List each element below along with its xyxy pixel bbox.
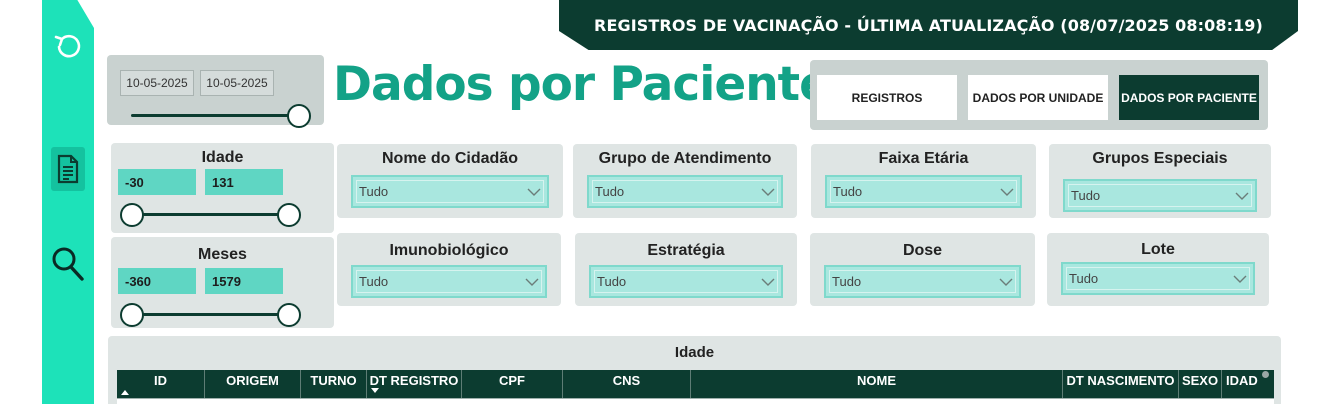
table-row[interactable] [117,398,1274,404]
dados-por-unidade-button[interactable]: DADOS POR UNIDADE [968,75,1108,120]
filter-label: Dose [902,242,943,259]
dropdown-value: Tudo [359,184,389,199]
column-label: CPF [499,373,525,388]
scrollbar-thumb[interactable] [1262,371,1269,378]
filter-grupo-atendimento: Grupo de Atendimento Tudo [573,144,797,218]
table-title: Idade [674,344,715,361]
idade-slider-min-handle[interactable] [120,203,144,227]
idade-slider-track[interactable] [131,213,289,216]
column-label: IDAD [1226,373,1258,388]
grupo-atendimento-dropdown[interactable]: Tudo [587,175,783,208]
idade-range-filter: Idade -30 131 [111,143,334,233]
filter-label: Nome do Cidadão [381,150,518,167]
filter-dose: Dose Tudo [810,233,1035,306]
chevron-down-icon [525,278,539,286]
sort-asc-icon [121,390,129,395]
filter-label: Lote [1141,241,1175,258]
column-header-cpf[interactable]: CPF [462,370,563,398]
chevron-down-icon [1000,188,1014,196]
grupos-especiais-dropdown[interactable]: Tudo [1063,179,1257,212]
column-header-sexo[interactable]: SEXO [1179,370,1222,398]
dropdown-value: Tudo [833,184,863,199]
meses-min-input[interactable]: -360 [118,268,196,294]
meses-range-filter: Meses -360 1579 [111,237,334,328]
column-header-origem[interactable]: ORIGEM [205,370,301,398]
filter-imunobiologico: Imunobiológico Tudo [337,233,561,306]
dropdown-value: Tudo [359,274,389,289]
column-label: NOME [857,373,896,388]
table-header: ID ORIGEM TURNO DT REGISTRO CPF CNS NOME… [117,370,1274,398]
chevron-down-icon [527,188,541,196]
date-slider-handle[interactable] [287,104,311,128]
sidebar [42,0,94,404]
chevron-down-icon [1235,192,1249,200]
faixa-etaria-dropdown[interactable]: Tudo [825,175,1022,208]
refresh-icon[interactable] [51,30,85,60]
header-bar: REGISTROS DE VACINAÇÃO - ÚLTIMA ATUALIZA… [559,0,1298,50]
column-label: TURNO [310,373,357,388]
meses-slider-max-handle[interactable] [277,303,301,327]
patient-table: Idade ID ORIGEM TURNO DT REGISTRO CPF CN… [108,336,1281,404]
chevron-down-icon [999,278,1013,286]
meses-max-input[interactable]: 1579 [205,268,283,294]
column-header-turno[interactable]: TURNO [301,370,367,398]
dropdown-value: Tudo [1071,188,1101,203]
dropdown-value: Tudo [1069,271,1099,286]
nome-cidadao-dropdown[interactable]: Tudo [351,175,549,208]
column-header-cns[interactable]: CNS [563,370,691,398]
search-icon[interactable] [49,244,87,284]
column-label: ORIGEM [226,373,279,388]
date-range-filter: 10-05-2025 10-05-2025 [107,55,324,128]
column-header-nome[interactable]: NOME [691,370,1063,398]
end-date-input[interactable]: 10-05-2025 [200,70,274,96]
column-label: ID [154,373,167,388]
imunobiologico-dropdown[interactable]: Tudo [351,265,547,298]
meses-slider-track[interactable] [131,313,289,316]
filter-label: Grupo de Atendimento [598,150,772,167]
dropdown-value: Tudo [597,274,627,289]
filter-lote: Lote Tudo [1047,233,1269,306]
column-label: CNS [612,373,641,388]
filter-estrategia: Estratégia Tudo [575,233,797,306]
chevron-down-icon [761,278,775,286]
filter-faixa-etaria: Faixa Etária Tudo [811,144,1036,218]
estrategia-dropdown[interactable]: Tudo [589,265,783,298]
dropdown-value: Tudo [595,184,625,199]
start-date-input[interactable]: 10-05-2025 [120,70,194,96]
chevron-down-icon [761,188,775,196]
dropdown-value: Tudo [832,274,862,289]
chevron-down-icon [1233,275,1247,283]
date-slider-track[interactable] [131,114,303,117]
column-label: DT REGISTRO [369,373,459,388]
report-icon[interactable] [51,147,85,191]
idade-min-input[interactable]: -30 [118,169,196,195]
meses-label: Meses [198,246,247,263]
filter-grupos-especiais: Grupos Especiais Tudo [1049,144,1271,218]
lote-dropdown[interactable]: Tudo [1061,262,1255,295]
column-label: SEXO [1181,373,1219,388]
idade-label: Idade [201,149,244,166]
column-header-dt-registro[interactable]: DT REGISTRO [367,370,462,398]
filter-nome-cidadao: Nome do Cidadão Tudo [337,144,563,218]
sort-desc-icon [371,388,379,393]
dose-dropdown[interactable]: Tudo [824,265,1021,298]
filter-label: Estratégia [647,242,725,259]
dados-por-paciente-button[interactable]: DADOS POR PACIENTE [1119,75,1259,120]
idade-max-input[interactable]: 131 [205,169,283,195]
column-header-id[interactable]: ID [117,370,205,398]
meses-slider-min-handle[interactable] [120,303,144,327]
idade-slider-max-handle[interactable] [277,203,301,227]
column-label: DT NASCIMENTO [1066,373,1175,388]
filter-label: Imunobiológico [389,242,509,259]
left-margin [0,0,42,404]
page-title: Dados por Paciente [333,57,831,112]
header-title: REGISTROS DE VACINAÇÃO - ÚLTIMA ATUALIZA… [594,15,1263,35]
column-header-dt-nascimento[interactable]: DT NASCIMENTO [1063,370,1179,398]
filter-label: Faixa Etária [878,150,969,167]
filter-label: Grupos Especiais [1092,150,1228,167]
registros-button[interactable]: REGISTROS [817,75,957,120]
page-navigation: REGISTROS DADOS POR UNIDADE DADOS POR PA… [810,60,1268,130]
